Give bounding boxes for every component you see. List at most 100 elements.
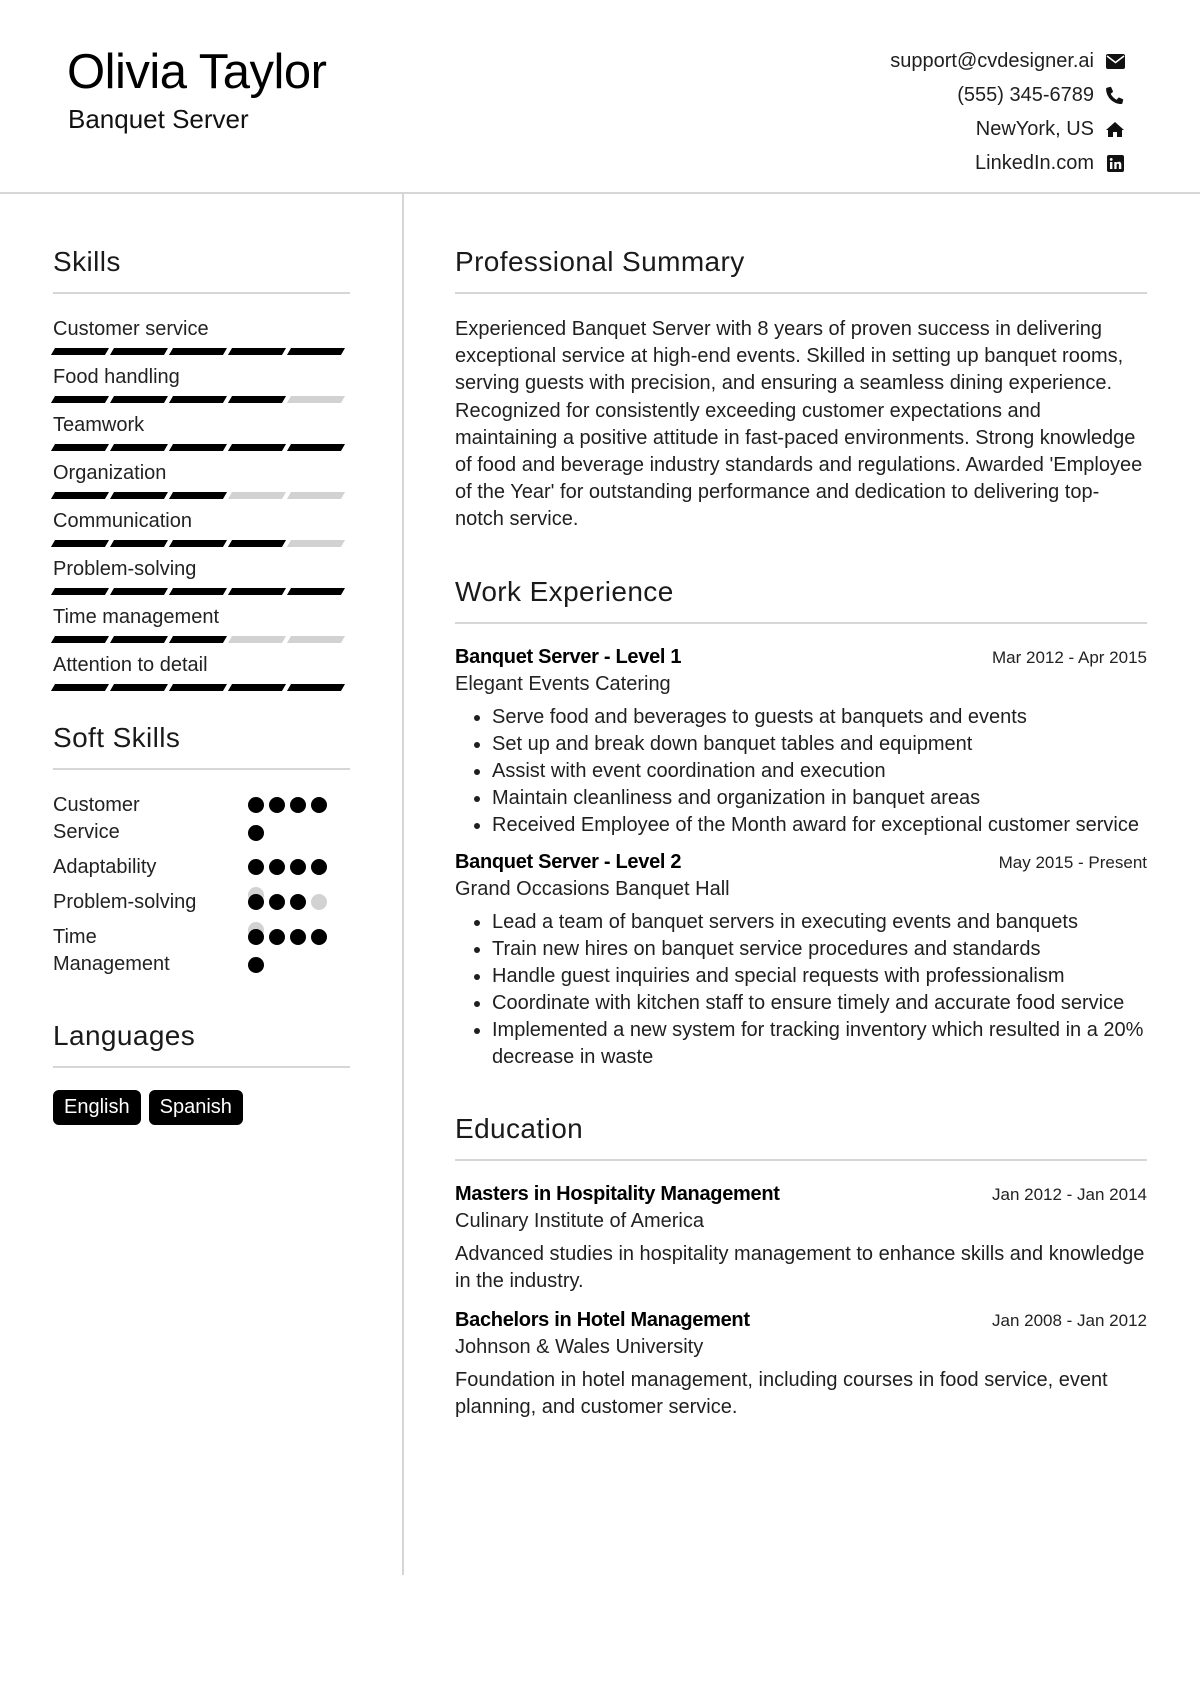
soft-skill-label: Customer Service (53, 794, 140, 843)
envelope-icon (1104, 51, 1126, 71)
right-column: Professional Summary Experienced Banquet… (455, 246, 1147, 1421)
contact-phone[interactable]: (555) 345-6789 (890, 78, 1126, 112)
education-degree: Bachelors in Hotel Management (455, 1308, 750, 1331)
level-segment-filled (50, 492, 110, 499)
rating-dot-filled (248, 797, 264, 813)
level-segment-filled (168, 684, 228, 691)
job-bullet: Serve food and beverages to guests at ba… (492, 704, 1147, 731)
rating-dot-filled (311, 859, 327, 875)
soft-skill-rating (248, 894, 330, 938)
contact-linkedin[interactable]: LinkedIn.com (890, 146, 1126, 180)
skill-item: Teamwork (50, 412, 350, 452)
level-segment-empty (286, 636, 346, 643)
rating-dot-filled (248, 957, 264, 973)
level-segment-empty (286, 396, 346, 403)
level-segment-filled (109, 636, 169, 643)
soft-skill-label: Adaptability (53, 856, 157, 878)
education-header: Bachelors in Hotel Management Jan 2008 - … (455, 1309, 1147, 1332)
level-segment-filled (227, 444, 287, 451)
soft-skill-label-wrap: Problem-solving (53, 889, 248, 916)
skill-label: Problem-solving (53, 558, 197, 580)
job-bullet: Maintain cleanliness and organization in… (492, 785, 1147, 812)
level-segment-empty (286, 540, 346, 547)
soft-skill-label: Problem-solving (53, 891, 197, 913)
experience-section: Work Experience Banquet Server - Level 1… (455, 576, 1147, 1071)
rating-dot-filled (269, 859, 285, 875)
skill-label: Attention to detail (53, 654, 208, 676)
contact-list: support@cvdesigner.ai (555) 345-6789 New… (890, 44, 1126, 180)
education-dates: Jan 2012 - Jan 2014 (991, 1184, 1147, 1204)
education-degree: Masters in Hospitality Management (455, 1182, 780, 1205)
level-segment-filled (286, 348, 346, 355)
job-title: Banquet Server - Level 2 (455, 850, 682, 873)
rating-dot-filled (248, 825, 264, 841)
summary-section: Professional Summary Experienced Banquet… (455, 246, 1147, 534)
level-segment-filled (227, 588, 287, 595)
rating-dot-filled (269, 797, 285, 813)
skills-section: Skills Customer service Food handling Team… (50, 246, 350, 692)
job-entry: Banquet Server - Level 2 May 2015 - Prese… (455, 851, 1147, 1071)
soft-skill-item: Problem-solving (53, 889, 350, 938)
home-icon (1104, 119, 1126, 139)
rating-dot-empty (311, 894, 327, 910)
skill-label: Communication (53, 510, 192, 532)
education-school: Johnson & Wales University (455, 1335, 704, 1358)
level-segment-empty (286, 492, 346, 499)
skill-label: Organization (53, 462, 167, 484)
education-header: Masters in Hospitality Management Jan 201… (455, 1183, 1147, 1206)
level-segment-filled (50, 396, 110, 403)
level-segment-filled (50, 684, 110, 691)
soft-skill-label-wrap: Customer Service (53, 792, 248, 846)
skills-list: Customer service Food handling Teamwork Org… (50, 316, 350, 692)
level-segment-filled (50, 444, 110, 451)
rating-dot-filled (290, 894, 306, 910)
job-bullet: Received Employee of the Month award for… (492, 812, 1147, 839)
level-segment-filled (109, 492, 169, 499)
education-description: Advanced studies in hospitality manageme… (455, 1242, 1145, 1292)
job-company: Elegant Events Catering (455, 672, 671, 695)
job-company: Grand Occasions Banquet Hall (455, 877, 730, 900)
experience-heading: Work Experience (455, 576, 1147, 624)
soft-skill-label-wrap: Adaptability (53, 854, 248, 881)
job-bullet: Implemented a new system for tracking in… (492, 1017, 1147, 1071)
candidate-name: Olivia Taylor (67, 45, 327, 99)
resume-header: Olivia Taylor Banquet Server support@cvd… (0, 0, 1200, 194)
soft-skill-rating (248, 859, 330, 903)
language-badge: Spanish (148, 1090, 243, 1125)
job-dates: Mar 2012 - Apr 2015 (992, 647, 1147, 667)
phone-icon (1104, 85, 1126, 105)
rating-dot-filled (248, 859, 264, 875)
skill-item: Food handling (50, 364, 350, 404)
languages-list: English Spanish (53, 1090, 350, 1125)
soft-skill-label: Time Management (53, 926, 170, 975)
rating-dot-filled (290, 929, 306, 945)
contact-email-text: support@cvdesigner.ai (890, 49, 1094, 72)
jobs-list: Banquet Server - Level 1 Mar 2012 - Apr 2… (455, 646, 1147, 1071)
level-segment-filled (168, 444, 228, 451)
skill-level-bar (50, 684, 350, 692)
soft-skill-item: Customer Service (53, 792, 350, 846)
level-segment-filled (50, 540, 110, 547)
education-entry: Bachelors in Hotel Management Jan 2008 - … (455, 1309, 1147, 1421)
skill-label: Food handling (53, 366, 180, 388)
level-segment-filled (227, 396, 287, 403)
rating-dot-filled (269, 929, 285, 945)
soft-skill-rating (248, 929, 330, 973)
rating-dot-filled (290, 859, 306, 875)
skill-item: Attention to detail (50, 652, 350, 692)
job-bullet: Handle guest inquiries and special reque… (492, 963, 1147, 990)
level-segment-filled (227, 684, 287, 691)
level-segment-filled (227, 348, 287, 355)
contact-phone-text: (555) 345-6789 (957, 83, 1094, 106)
job-header: Banquet Server - Level 2 May 2015 - Prese… (455, 851, 1147, 874)
level-segment-filled (109, 348, 169, 355)
job-bullet: Set up and break down banquet tables and… (492, 731, 1147, 758)
education-heading: Education (455, 1113, 1147, 1161)
skill-level-bar (50, 348, 350, 356)
education-entry: Masters in Hospitality Management Jan 201… (455, 1183, 1147, 1295)
contact-email[interactable]: support@cvdesigner.ai (890, 44, 1126, 78)
soft-skill-rating (248, 797, 330, 841)
level-segment-filled (109, 540, 169, 547)
job-bullet: Lead a team of banquet servers in execut… (492, 909, 1147, 936)
soft-skills-section: Soft Skills Customer Service Adaptability… (53, 722, 350, 978)
